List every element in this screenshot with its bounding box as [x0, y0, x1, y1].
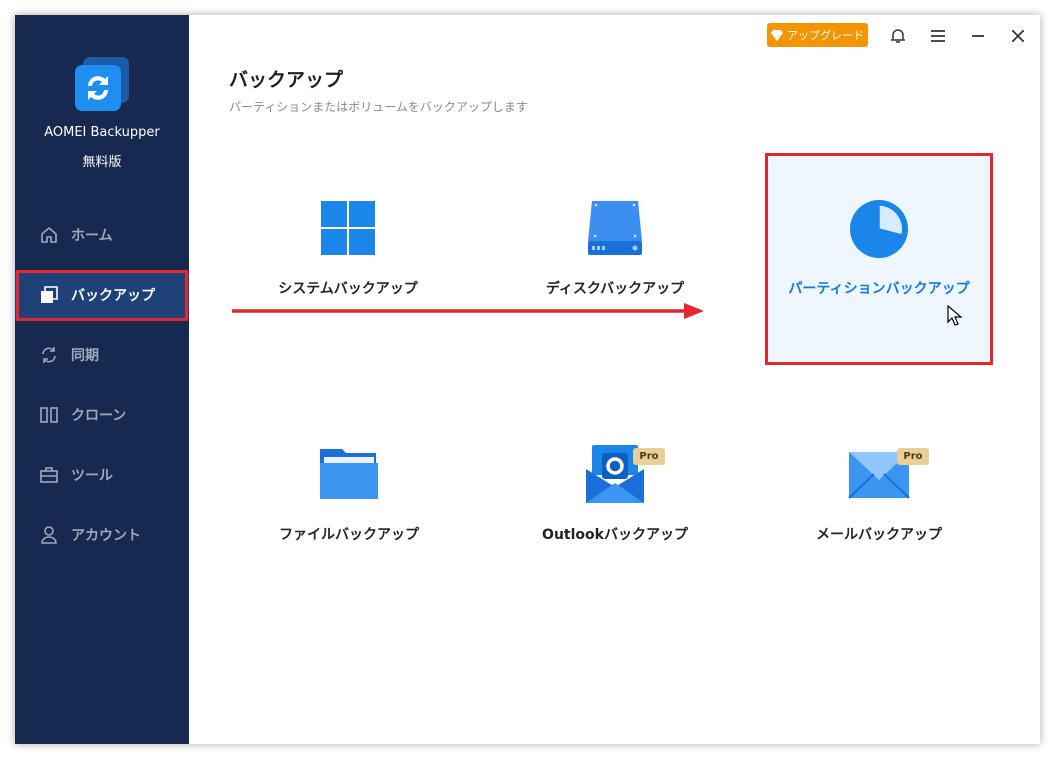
arrow-annotation: [232, 303, 704, 319]
upgrade-label: アップグレード: [787, 29, 864, 42]
disk-icon: [588, 201, 642, 255]
close-icon[interactable]: [1007, 25, 1029, 47]
sidebar: AOMEI Backupper 無料版 ホーム バックアップ 同期 クローン ツ…: [15, 15, 189, 744]
option-mail-backup[interactable]: Pro メールバックアップ: [766, 440, 992, 580]
sidebar-item-label: ツール: [71, 468, 113, 484]
main-panel: アップグレード バックアップ パーティションまたはボリュームをバックアップします…: [189, 15, 1040, 744]
option-label: Outlookバックアップ: [542, 527, 688, 543]
sidebar-item-account[interactable]: アカウント: [15, 511, 189, 559]
option-label: システムバックアップ: [278, 281, 418, 297]
upgrade-button[interactable]: アップグレード: [767, 23, 868, 47]
sidebar-item-tools[interactable]: ツール: [15, 451, 189, 499]
option-label: ディスクバックアップ: [545, 281, 685, 297]
sync-icon: [39, 345, 59, 365]
clone-icon: [39, 405, 59, 425]
menu-icon[interactable]: [927, 25, 949, 47]
sidebar-item-label: クローン: [71, 408, 127, 424]
pro-badge: Pro: [897, 448, 929, 465]
option-file-backup[interactable]: ファイルバックアップ: [236, 440, 462, 580]
option-outlook-backup[interactable]: Pro Outlookバックアップ: [502, 440, 728, 580]
mouse-cursor-icon: [947, 305, 963, 326]
option-label: メールバックアップ: [816, 527, 942, 543]
app-name: AOMEI Backupper: [44, 125, 160, 140]
home-icon: [39, 225, 59, 245]
sidebar-item-clone[interactable]: クローン: [15, 391, 189, 439]
sidebar-item-label: アカウント: [71, 528, 141, 544]
tools-icon: [39, 465, 59, 485]
account-icon: [39, 525, 59, 545]
sidebar-item-home[interactable]: ホーム: [15, 211, 189, 259]
app-edition: 無料版: [82, 155, 122, 170]
minimize-icon[interactable]: [967, 25, 989, 47]
sidebar-item-label: バックアップ: [71, 288, 155, 304]
page-subtitle: パーティションまたはボリュームをバックアップします: [229, 100, 528, 114]
sidebar-item-label: 同期: [71, 348, 99, 364]
app-logo-icon: [75, 57, 129, 111]
pro-badge: Pro: [633, 448, 665, 465]
sidebar-item-label: ホーム: [71, 228, 113, 244]
backup-icon: [39, 285, 59, 305]
bell-icon[interactable]: [887, 25, 909, 47]
app-window: AOMEI Backupper 無料版 ホーム バックアップ 同期 クローン ツ…: [15, 15, 1040, 744]
folder-icon: [320, 449, 378, 499]
pie-chart-icon: [850, 200, 908, 258]
diamond-icon: [771, 29, 783, 41]
sidebar-item-sync[interactable]: 同期: [15, 331, 189, 379]
sidebar-item-backup[interactable]: バックアップ: [15, 271, 189, 319]
option-label: ファイルバックアップ: [279, 527, 419, 543]
page-title: バックアップ: [229, 69, 344, 91]
windows-icon: [321, 201, 375, 255]
option-label: パーティションバックアップ: [788, 281, 970, 297]
